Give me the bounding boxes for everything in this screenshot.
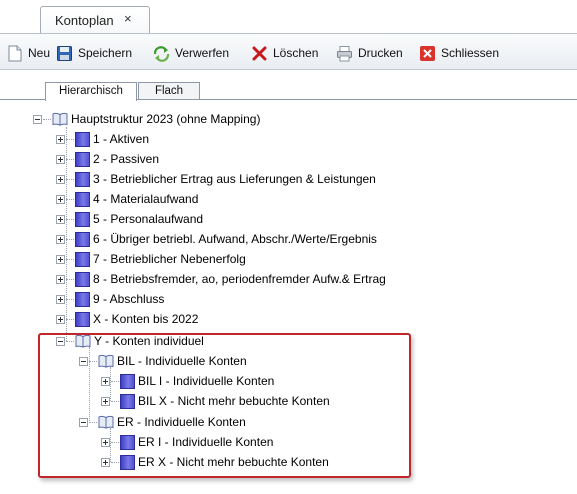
account-group-icon [75,271,90,287]
close-button-label: Schliessen [441,46,500,60]
expand-icon[interactable] [56,194,65,204]
document-tab-strip: Kontoplan × [0,0,577,34]
tree-item-2[interactable]: 2 - Passiven [56,150,159,168]
expand-icon[interactable] [56,234,65,244]
tree-item-x[interactable]: X - Konten bis 2022 [56,310,198,328]
tab-kontoplan[interactable]: Kontoplan × [40,6,150,34]
expand-icon[interactable] [56,154,65,164]
tree-connector [66,278,74,280]
tree-item-1[interactable]: 1 - Aktiven [56,130,149,148]
tree-connector [66,258,74,260]
tree-item-label: 8 - Betriebsfremder, ao, periodenfremder… [93,272,386,286]
tree-item-3[interactable]: 3 - Betrieblicher Ertrag aus Lieferungen… [56,170,376,188]
print-button[interactable]: Drucken [336,43,403,63]
expand-icon[interactable] [56,314,65,324]
expand-icon[interactable] [56,274,65,284]
expand-icon[interactable] [56,214,65,224]
expand-icon[interactable] [56,254,65,264]
account-group-icon [75,151,90,167]
tree-item-label: 9 - Abschluss [93,292,165,306]
expand-icon[interactable] [56,174,65,184]
tree-root[interactable]: Hauptstruktur 2023 (ohne Mapping) [33,110,260,128]
tab-hierarchisch[interactable]: Hierarchisch [45,82,137,101]
open-book-icon [52,112,68,126]
close-button[interactable]: Schliessen [419,43,499,63]
discard-arrows-icon [153,45,170,62]
tree-item-7[interactable]: 7 - Betrieblicher Nebenerfolg [56,250,246,268]
save-button-label: Speichern [78,46,133,60]
tree-connector [66,218,74,220]
tree-connector [66,238,74,240]
new-button[interactable]: Neu [6,43,50,63]
account-group-icon [75,211,90,227]
tree-item-label: 1 - Aktiven [93,132,150,146]
tree-connector [66,298,74,300]
account-group-icon [75,291,90,307]
tree-item-8[interactable]: 8 - Betriebsfremder, ao, periodenfremder… [56,270,386,288]
tree-item-label: 7 - Betrieblicher Nebenerfolg [93,252,246,266]
new-button-label: Neu [28,46,51,60]
tree-item-6[interactable]: 6 - Übriger betriebl. Aufwand, Abschr./W… [56,230,377,248]
tree-root-label: Hauptstruktur 2023 (ohne Mapping) [71,112,261,126]
tree-item-5[interactable]: 5 - Personalaufwand [56,210,203,228]
print-button-label: Drucken [358,46,403,60]
printer-icon [337,45,352,61]
close-icon[interactable]: × [124,11,132,26]
tree-connector [66,178,74,180]
tree-connector [66,138,74,140]
account-group-icon [75,311,90,327]
tree-item-label: 5 - Personalaufwand [93,212,204,226]
tab-flach[interactable]: Flach [138,82,200,100]
tree-connector [66,198,74,200]
account-group-icon [75,171,90,187]
tree-item-label: 3 - Betrieblicher Ertrag aus Lieferungen… [93,172,376,186]
expand-icon[interactable] [56,134,65,144]
tree-connector [66,318,74,320]
tree-connector [43,118,51,120]
save-button[interactable]: Speichern [56,43,132,63]
account-group-icon [75,191,90,207]
discard-button-label: Verwerfen [175,46,230,60]
tree-item-label: 4 - Materialaufwand [93,192,199,206]
tree-item-label: X - Konten bis 2022 [93,312,199,326]
account-group-icon [75,251,90,267]
tab-kontoplan-label: Kontoplan [55,13,114,28]
close-box-icon [420,45,435,61]
delete-button[interactable]: Löschen [251,43,318,63]
tree-item-label: 6 - Übriger betriebl. Aufwand, Abschr./W… [93,232,377,246]
tree-item-9[interactable]: 9 - Abschluss [56,290,164,308]
floppy-disk-icon [57,45,72,61]
toolbar: Neu Speichern Verwerfen Löschen Drucken [0,34,577,70]
account-group-icon [75,231,90,247]
collapse-icon[interactable] [33,114,42,124]
highlight-box [38,333,411,478]
tree-connector [66,158,74,160]
account-group-icon [75,131,90,147]
new-document-icon [8,45,22,61]
delete-button-label: Löschen [273,46,319,60]
expand-icon[interactable] [56,294,65,304]
discard-button[interactable]: Verwerfen [153,43,229,63]
tree-item-4[interactable]: 4 - Materialaufwand [56,190,198,208]
tree-item-label: 2 - Passiven [93,152,160,166]
red-x-icon [252,46,267,60]
